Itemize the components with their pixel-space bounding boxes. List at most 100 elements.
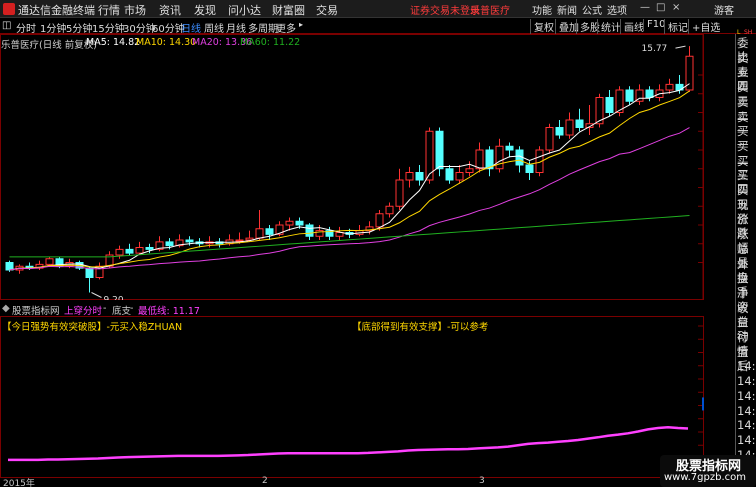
kline-chart[interactable]: 15.0014.5014.0013.5013.0012.5012.0011.50… [0,34,704,300]
tab-monthly[interactable]: 月线 [226,20,246,35]
more-chevron-icon[interactable]: ▸ [299,20,303,29]
low-annotation-arrow [91,292,102,298]
candle-down [525,164,534,173]
candle-down [445,168,454,181]
candle-up [665,83,674,91]
candle-up [115,248,124,256]
candle-up [475,149,484,170]
side-panel-label: 14:5 [737,359,756,374]
side-panel-label: 14:5 [737,374,756,389]
candle-up [285,220,294,226]
candle-down [555,127,564,136]
candle-down [305,224,314,237]
candle-up [135,247,144,254]
layout-icon[interactable]: ◫ [2,20,11,31]
side-panel-label: 14:5 [737,388,756,403]
watermark: 股票指标网 www.7gpzb.com [660,455,756,487]
indicator-name[interactable]: 股票指标网 [12,303,60,317]
menu-faxian[interactable]: 发现 [194,2,216,18]
indicator-status: 上穿分时 [64,306,103,317]
candle-up [385,205,394,215]
menu-gongneng[interactable]: 功能 [532,2,552,17]
maximize-button[interactable]: □ [656,2,665,13]
ma5-line [9,83,690,271]
side-panel-label: 14:5 [737,418,756,433]
candle-up [255,228,264,239]
menu-wenxiaoda[interactable]: 问小达 [228,2,261,18]
tab-daily[interactable]: 日线 [181,20,201,35]
candle-up [465,168,474,173]
guest-user[interactable]: 游客 [714,2,734,17]
candle-up [495,145,504,170]
candle-up [545,127,554,151]
add-watchlist-button[interactable]: +自选 [688,19,720,34]
tab-5min[interactable]: 5分钟 [66,20,92,35]
draw-line-button[interactable]: 画线 [620,19,644,34]
candle-down [575,119,584,128]
candle-up [375,213,384,228]
kline-svg[interactable]: 15.0014.5014.0013.5013.0012.5012.0011.50… [0,34,704,300]
candle-down [145,247,154,250]
candle-up [565,119,574,136]
low-price-label: 9.20 [104,296,124,301]
signal-right: 【底部得到有效支撑】-可以参考 [352,322,489,333]
side-panel-label: 14:5 [737,403,756,418]
mark-button[interactable]: 标记 [664,19,688,34]
candle-up [405,172,414,181]
indicator-panel[interactable]: 15.0014.5014.0013.5013.0012.5012.0011.50… [0,316,704,478]
ma10-legend: MA10: 14.30 [136,37,197,48]
indicator-line2: 最低线: 11.17 [138,306,200,317]
indicator-svg[interactable]: 15.0014.5014.0013.5013.0012.5012.0011.50… [0,316,704,478]
menu-hangqing[interactable]: 行情 [98,2,120,18]
close-button[interactable]: × [672,2,680,13]
candle-down [625,89,634,102]
candle-up [395,179,404,207]
candle-down [165,241,174,247]
menu-gongshi[interactable]: 公式 [582,2,602,17]
tab-15min[interactable]: 15分钟 [92,20,125,35]
menu-caifuquan[interactable]: 财富圈 [272,2,305,18]
candle-down [645,89,654,98]
indicator-line1: 底支 [112,306,132,317]
candle-up [45,258,54,265]
current-value-box [702,397,704,411]
ma10-line [9,90,690,271]
ma20-line [9,127,690,271]
minimize-button[interactable]: — [640,2,650,13]
candle-down [605,97,614,113]
candle-down [505,145,514,151]
high-annotation-arrow [675,45,686,49]
panel-tag-l: L [737,29,741,36]
fuquan-button[interactable]: 复权 [530,19,554,34]
x-label-2015: 2015年 [3,479,35,487]
candle-down [435,130,444,170]
tab-60min[interactable]: 60分钟 [152,20,185,35]
candle-up [455,172,464,181]
tab-weekly[interactable]: 周线 [204,20,224,35]
tab-fenshi[interactable]: 分时 [16,20,36,35]
indicator-settings-icon[interactable]: ◆ [2,303,10,314]
f10-button[interactable]: F10 [643,19,665,30]
tab-1min[interactable]: 1分钟 [40,20,66,35]
statistics-button[interactable]: 统计 [597,19,621,34]
menu-jiaoyi[interactable]: 交易 [316,2,338,18]
chart-title: 乐普医疗(日线 前复权) [1,40,97,51]
menu-xuanxiang[interactable]: 选项 [607,2,627,17]
app-title: 通达信金融终端 [18,4,95,17]
candle-up [235,239,244,242]
indicator-header: ◆ 股票指标网 上穿分时 - 底支 - 最低线: 11.17 [2,303,200,317]
watermark-url: www.7gpzb.com [664,472,746,483]
tab-more[interactable]: 更多 [276,20,296,35]
candle-down [5,262,14,271]
tab-30min[interactable]: 30分钟 [123,20,156,35]
signal-left: 【今日强势有效突破股】-元买入稳ZHUAN [2,322,183,333]
candle-down [185,239,194,243]
x-axis: 2015年 2 3 [0,476,704,487]
menu-xinwen[interactable]: 新闻 [557,2,577,17]
tab-multi-period[interactable]: 多周期 [248,20,278,35]
menu-zixun[interactable]: 资讯 [159,2,181,18]
candle-down [125,248,134,254]
menu-shichang[interactable]: 市场 [124,2,146,18]
side-panel-label: 14:5 [737,432,756,447]
period-toolbar: ◫ 分时 1分钟 5分钟 15分钟 30分钟 60分钟 日线 周线 月线 多周期… [0,18,756,35]
